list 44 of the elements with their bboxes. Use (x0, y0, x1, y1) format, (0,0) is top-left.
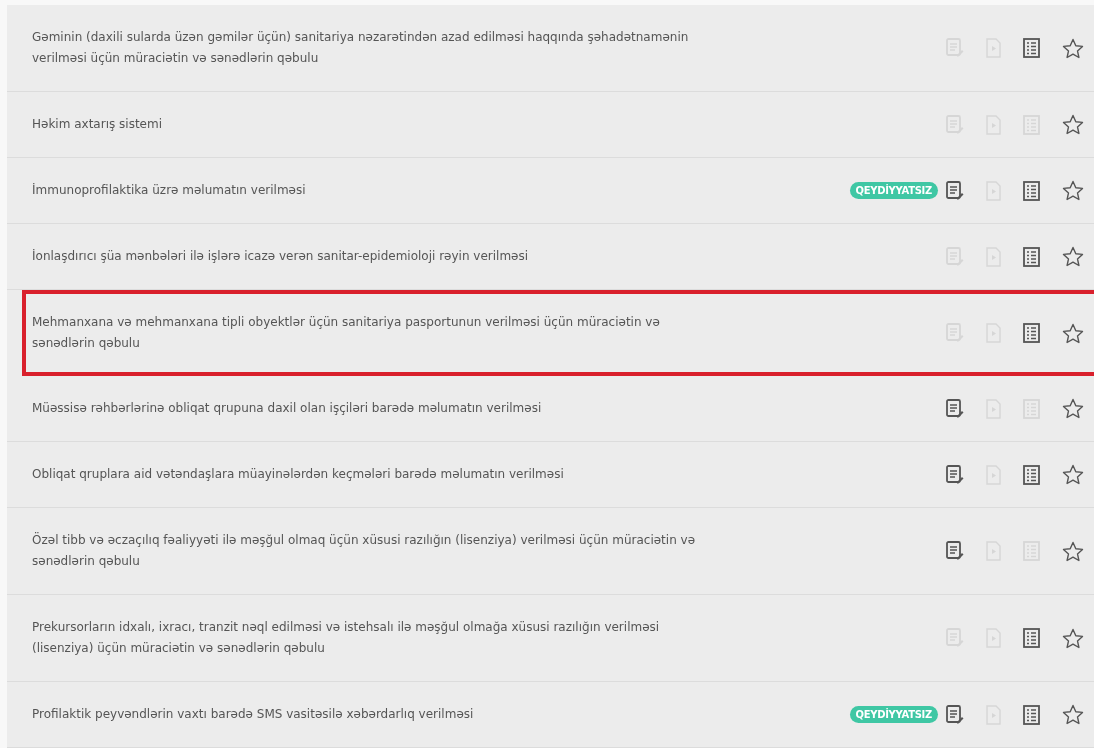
list-icon[interactable] (1023, 323, 1040, 343)
highlighted-service-row[interactable]: Mehmanxana və mehmanxana tipli obyektlər üçün sanitariya pasportunun verilməsi üçün müraciətin və sənədlərin qəbulu (22, 290, 1094, 376)
service-title[interactable]: İmmunoprofilaktika üzrə məlumatın verilməsi (32, 180, 306, 201)
form-edit-icon[interactable] (946, 541, 964, 561)
service-row[interactable]: Prekursorların idxalı, ixracı, tranzit nəql edilməsi və istehsalı ilə məşğul olmağa xüsusi razılığın verilməsi (lisenziya) üçün müraciətin və sənədlərin qəbulu (7, 595, 1094, 682)
form-edit-icon[interactable] (946, 704, 964, 725)
star-icon[interactable] (1062, 627, 1084, 649)
form-edit-icon[interactable] (946, 398, 964, 419)
service-title[interactable]: Obliqat qruplara aid vətəndaşlara müayinələrdən keçmələri barədə məlumatın verilməsi (32, 464, 564, 485)
list-icon[interactable] (1023, 628, 1040, 648)
service-row[interactable]: Həkim axtarış sistemi (7, 92, 1094, 158)
service-title[interactable]: Həkim axtarış sistemi (32, 114, 162, 135)
status-badge: QEYDİYYATSIZ (849, 182, 938, 199)
star-icon[interactable] (1062, 246, 1084, 267)
list-icon[interactable] (1023, 464, 1040, 485)
list-icon[interactable] (1023, 704, 1040, 725)
star-icon[interactable] (1062, 180, 1084, 201)
list-icon[interactable] (1023, 38, 1040, 58)
service-row[interactable]: Profilaktik peyvəndlərin vaxtı barədə SMS vasitəsilə xəbərdarlıq verilməsi QEYDİYYATSIZ (7, 682, 1094, 748)
service-row[interactable]: Gəminin (daxili sularda üzən gəmilər üçün) sanitariya nəzarətindən azad edilməsi haqqında şəhadətnamənin verilməsi üçün müraciətin və sənədlərin qəbulu (7, 5, 1094, 92)
service-title[interactable]: Profilaktik peyvəndlərin vaxtı barədə SMS vasitəsilə xəbərdarlıq verilməsi (32, 704, 474, 725)
service-row[interactable]: İmmunoprofilaktika üzrə məlumatın verilməsi QEYDİYYATSIZ (7, 158, 1094, 224)
form-edit-icon[interactable] (946, 464, 964, 485)
star-icon[interactable] (1062, 464, 1084, 485)
service-row[interactable]: İonlaşdırıcı şüa mənbələri ilə işlərə icazə verən sanitar-epidemioloji rəyin verilməsi (7, 224, 1094, 290)
service-title[interactable]: Mehmanxana və mehmanxana tipli obyektlər üçün sanitariya pasportunun verilməsi üçün müraciətin və sənədlərin qəbulu (32, 312, 712, 354)
service-title[interactable]: Prekursorların idxalı, ixracı, tranzit nəql edilməsi və istehsalı ilə məşğul olmağa xüsusi razılığın verilməsi (lisenziya) üçün müraciətin və sənədlərin qəbulu (32, 617, 712, 659)
service-row[interactable]: Obliqat qruplara aid vətəndaşlara müayinələrdən keçmələri barədə məlumatın verilməsi (7, 442, 1094, 508)
service-row[interactable]: Müəssisə rəhbərlərinə obliqat qrupuna daxil olan işçiləri barədə məlumatın verilməsi (7, 376, 1094, 442)
form-edit-icon[interactable] (946, 180, 964, 201)
service-title[interactable]: Gəminin (daxili sularda üzən gəmilər üçün) sanitariya nəzarətindən azad edilməsi haqqında şəhadətnamənin verilməsi üçün müraciətin və sənədlərin qəbulu (32, 27, 712, 69)
service-title[interactable]: Özəl tibb və əczaçılıq fəaliyyəti ilə məşğul olmaq üçün xüsusi razılığın (lisenziya) verilməsi üçün müraciətin və sənədlərin qəbulu (32, 530, 712, 572)
star-icon[interactable] (1062, 322, 1084, 344)
service-title[interactable]: İonlaşdırıcı şüa mənbələri ilə işlərə icazə verən sanitar-epidemioloji rəyin verilməsi (32, 246, 529, 267)
service-title[interactable]: Müəssisə rəhbərlərinə obliqat qrupuna daxil olan işçiləri barədə məlumatın verilməsi (32, 398, 542, 419)
star-icon[interactable] (1062, 398, 1084, 419)
star-icon[interactable] (1062, 540, 1084, 562)
service-row[interactable]: Özəl tibb və əczaçılıq fəaliyyəti ilə məşğul olmaq üçün xüsusi razılığın (lisenziya) verilməsi üçün müraciətin və sənədlərin qəbulu (7, 508, 1094, 595)
star-icon[interactable] (1062, 114, 1084, 135)
list-icon[interactable] (1023, 180, 1040, 201)
star-icon[interactable] (1062, 704, 1084, 725)
list-icon[interactable] (1023, 246, 1040, 267)
star-icon[interactable] (1062, 37, 1084, 59)
status-badge: QEYDİYYATSIZ (849, 706, 938, 723)
